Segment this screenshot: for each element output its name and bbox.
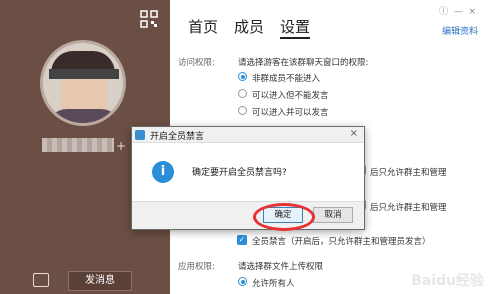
qr-code-icon[interactable] xyxy=(140,10,158,28)
edit-name-icon[interactable]: + xyxy=(116,139,126,153)
access-prompt: 请选择游客在该群聊天窗口的权限: xyxy=(238,58,369,68)
send-message-button[interactable]: 发消息 xyxy=(68,271,132,291)
radio-label: 可以进入但不能发言 xyxy=(252,91,329,101)
highlight-annotation xyxy=(253,203,315,231)
tab-settings[interactable]: 设置 xyxy=(280,16,311,39)
avatar[interactable] xyxy=(40,40,126,126)
app-permission-label: 应用权限: xyxy=(178,262,215,272)
option-text-partial: 后只允许群主和管理 xyxy=(370,168,447,178)
close-icon[interactable]: × xyxy=(350,128,358,139)
mute-all-label: 全员禁言（开启后，只允许群主和管理员发言） xyxy=(252,237,431,247)
tab-members[interactable]: 成员 xyxy=(234,16,264,39)
dialog-footer: 确定 取消 xyxy=(132,201,364,229)
radio-allow-all[interactable] xyxy=(238,277,247,286)
radio-label: 允许所有人 xyxy=(252,279,295,289)
watermark: Baidu经验 xyxy=(411,273,484,289)
dialog-title: 开启全员禁言 xyxy=(150,132,205,142)
access-label: 访问权限: xyxy=(178,58,215,68)
radio-nonmember-no-entry[interactable] xyxy=(238,72,247,81)
confirm-dialog: 开启全员禁言 × i 确定要开启全员禁言吗? 确定 取消 xyxy=(131,126,365,230)
upload-permission-prompt: 请选择群文件上传权限 xyxy=(238,262,324,272)
radio-label: 非群成员不能进入 xyxy=(252,74,321,84)
app-icon xyxy=(135,130,145,140)
tab-bar: 首页 成员 设置 xyxy=(188,16,311,39)
mute-all-checkbox[interactable]: ✓ xyxy=(237,235,247,245)
share-icon[interactable] xyxy=(33,273,49,287)
radio-enter-no-speak[interactable] xyxy=(238,89,247,98)
tab-home[interactable]: 首页 xyxy=(188,16,218,39)
edit-profile-link[interactable]: 编辑资料 xyxy=(442,24,478,37)
radio-enter-and-speak[interactable] xyxy=(238,106,247,115)
group-name-blurred xyxy=(42,138,114,152)
option-text-partial: 后只允许群主和管理 xyxy=(370,203,447,213)
radio-label: 可以进入并可以发言 xyxy=(252,108,329,118)
cancel-button[interactable]: 取消 xyxy=(313,207,353,223)
dialog-message: 确定要开启全员禁言吗? xyxy=(192,168,287,178)
dialog-titlebar: 开启全员禁言 × xyxy=(132,127,364,143)
window-controls[interactable]: ⓘ — × xyxy=(439,4,476,17)
info-icon: i xyxy=(152,161,174,183)
